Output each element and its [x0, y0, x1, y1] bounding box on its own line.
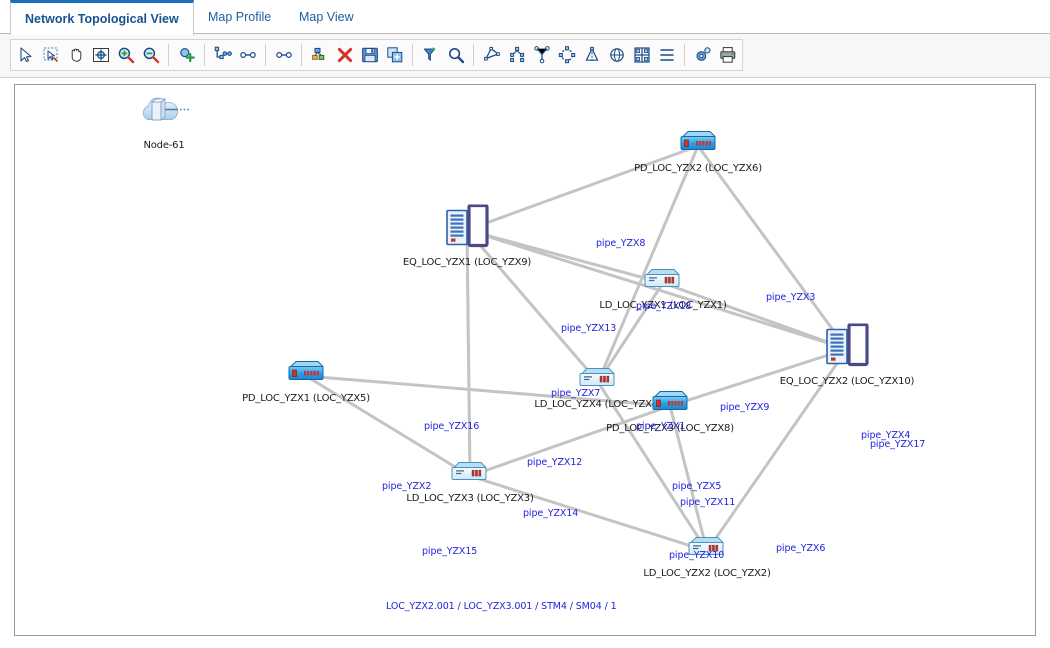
edge-label: pipe_YZX7	[551, 388, 601, 399]
layout-grid-icon[interactable]	[630, 44, 653, 67]
save-icon[interactable]	[358, 44, 381, 67]
node-label: EQ_LOC_YZX1 (LOC_YZX9)	[402, 257, 532, 268]
tab-bar: Network Topological View Map Profile Map V…	[0, 0, 1050, 35]
edge-label: pipe_YZX1	[636, 421, 686, 432]
filter-icon[interactable]	[419, 44, 442, 67]
edge-label: pipe_YZX13	[561, 323, 617, 334]
toolbar-separator	[168, 44, 169, 66]
tab-label: Network Topological View	[25, 12, 179, 26]
node-label: Node-61	[143, 140, 185, 151]
fit-to-window-icon[interactable]	[89, 44, 112, 67]
pd-node-icon[interactable]	[284, 360, 328, 393]
graph-edge[interactable]	[661, 281, 849, 351]
layout-symmetric-icon[interactable]	[580, 44, 603, 67]
zoom-in-icon[interactable]	[114, 44, 137, 67]
node-label: LD_LOC_YZX4 (LOC_YZX4)	[534, 399, 662, 410]
toolbar-group-1	[174, 40, 199, 70]
toolbar-buttons	[10, 39, 743, 71]
ld-node-icon[interactable]	[641, 268, 685, 299]
layout-tree-icon[interactable]	[530, 44, 553, 67]
eq-node-icon[interactable]	[825, 322, 869, 375]
tab-map-view[interactable]: Map View	[285, 0, 368, 34]
edge-label: pipe_YZX9	[720, 402, 770, 413]
toolbar-separator	[684, 44, 685, 66]
edge-label: pipe_YZX15	[422, 546, 478, 557]
toolbar-group-7	[690, 40, 740, 70]
pd-node-icon[interactable]	[676, 130, 720, 163]
edge-label: pipe_YZX8	[596, 238, 646, 249]
node-label: PD_LOC_YZX2 (LOC_YZX6)	[634, 163, 762, 174]
tab-map-profile[interactable]: Map Profile	[194, 0, 285, 34]
search-icon[interactable]	[444, 44, 467, 67]
edge-label: pipe_YZX6	[776, 543, 826, 554]
eq-node-icon[interactable]	[445, 203, 489, 256]
add-link-orthogonal-icon[interactable]	[211, 44, 234, 67]
edge-label: pipe_YZX2	[382, 481, 432, 492]
toolbar-separator	[412, 44, 413, 66]
node-label: LD_LOC_YZX3 (LOC_YZX3)	[406, 493, 534, 504]
toolbar	[0, 34, 1050, 78]
toolbar-separator	[301, 44, 302, 66]
edge-label: pipe_YZX11	[680, 497, 736, 508]
zoom-out-icon[interactable]	[139, 44, 162, 67]
select-arrow-icon[interactable]	[14, 44, 37, 67]
add-node-icon[interactable]	[175, 44, 198, 67]
tab-label: Map View	[299, 10, 354, 24]
toolbar-group-5	[418, 40, 468, 70]
toolbar-group-2	[210, 40, 260, 70]
pd-node-icon[interactable]	[648, 390, 692, 423]
layout-circular-icon[interactable]	[555, 44, 578, 67]
add-link-simple-icon[interactable]	[272, 44, 295, 67]
node-label: PD_LOC_YZX1 (LOC_YZX5)	[242, 393, 370, 404]
toolbar-separator	[265, 44, 266, 66]
edge-label: pipe_YZX17	[870, 439, 926, 450]
layout-bus-icon[interactable]	[655, 44, 678, 67]
pan-hand-icon[interactable]	[64, 44, 87, 67]
marquee-select-icon[interactable]	[39, 44, 62, 67]
topology-canvas[interactable]: Node-61 PD_LOC_YZX2 (LOC_YZX6) EQ_LOC_YZX1…	[14, 84, 1036, 636]
graph-edge[interactable]	[465, 144, 700, 232]
graph-edge[interactable]	[696, 144, 849, 351]
edge-label: pipe_YZX14	[523, 508, 579, 519]
layout-spherical-icon[interactable]	[605, 44, 628, 67]
toolbar-group-3	[271, 40, 296, 70]
edge-label: LOC_YZX2.001 / LOC_YZX3.001 / STM4 / SM0…	[386, 601, 617, 612]
copy-icon[interactable]	[383, 44, 406, 67]
expand-group-icon[interactable]	[308, 44, 331, 67]
tab-label: Map Profile	[208, 10, 272, 24]
print-icon[interactable]	[716, 44, 739, 67]
layout-hierarchical-icon[interactable]	[505, 44, 528, 67]
settings-icon[interactable]	[691, 44, 714, 67]
edge-label: pipe_YZX12	[527, 457, 583, 468]
edge-label: pipe_YZX10	[669, 550, 725, 561]
edge-label: pipe_YZX16	[424, 421, 480, 432]
toolbar-group-4	[307, 40, 407, 70]
edge-layer	[304, 144, 849, 553]
graph-edge[interactable]	[596, 144, 700, 384]
toolbar-separator	[473, 44, 474, 66]
node-label: LD_LOC_YZX2 (LOC_YZX2)	[643, 568, 771, 579]
toolbar-separator	[204, 44, 205, 66]
edge-label: pipe_YZX18	[636, 301, 692, 312]
layout-random-icon[interactable]	[480, 44, 503, 67]
add-link-straight-icon[interactable]	[236, 44, 259, 67]
tab-network-topological-view[interactable]: Network Topological View	[10, 0, 194, 35]
edge-label: pipe_YZX5	[672, 481, 722, 492]
delete-icon[interactable]	[333, 44, 356, 67]
cloud-node-icon[interactable]	[136, 96, 192, 135]
edge-label: pipe_YZX3	[766, 292, 816, 303]
ld-node-icon[interactable]	[448, 461, 492, 492]
node-label: EQ_LOC_YZX2 (LOC_YZX10)	[779, 376, 915, 387]
toolbar-group-6	[479, 40, 679, 70]
toolbar-group-0	[13, 40, 163, 70]
